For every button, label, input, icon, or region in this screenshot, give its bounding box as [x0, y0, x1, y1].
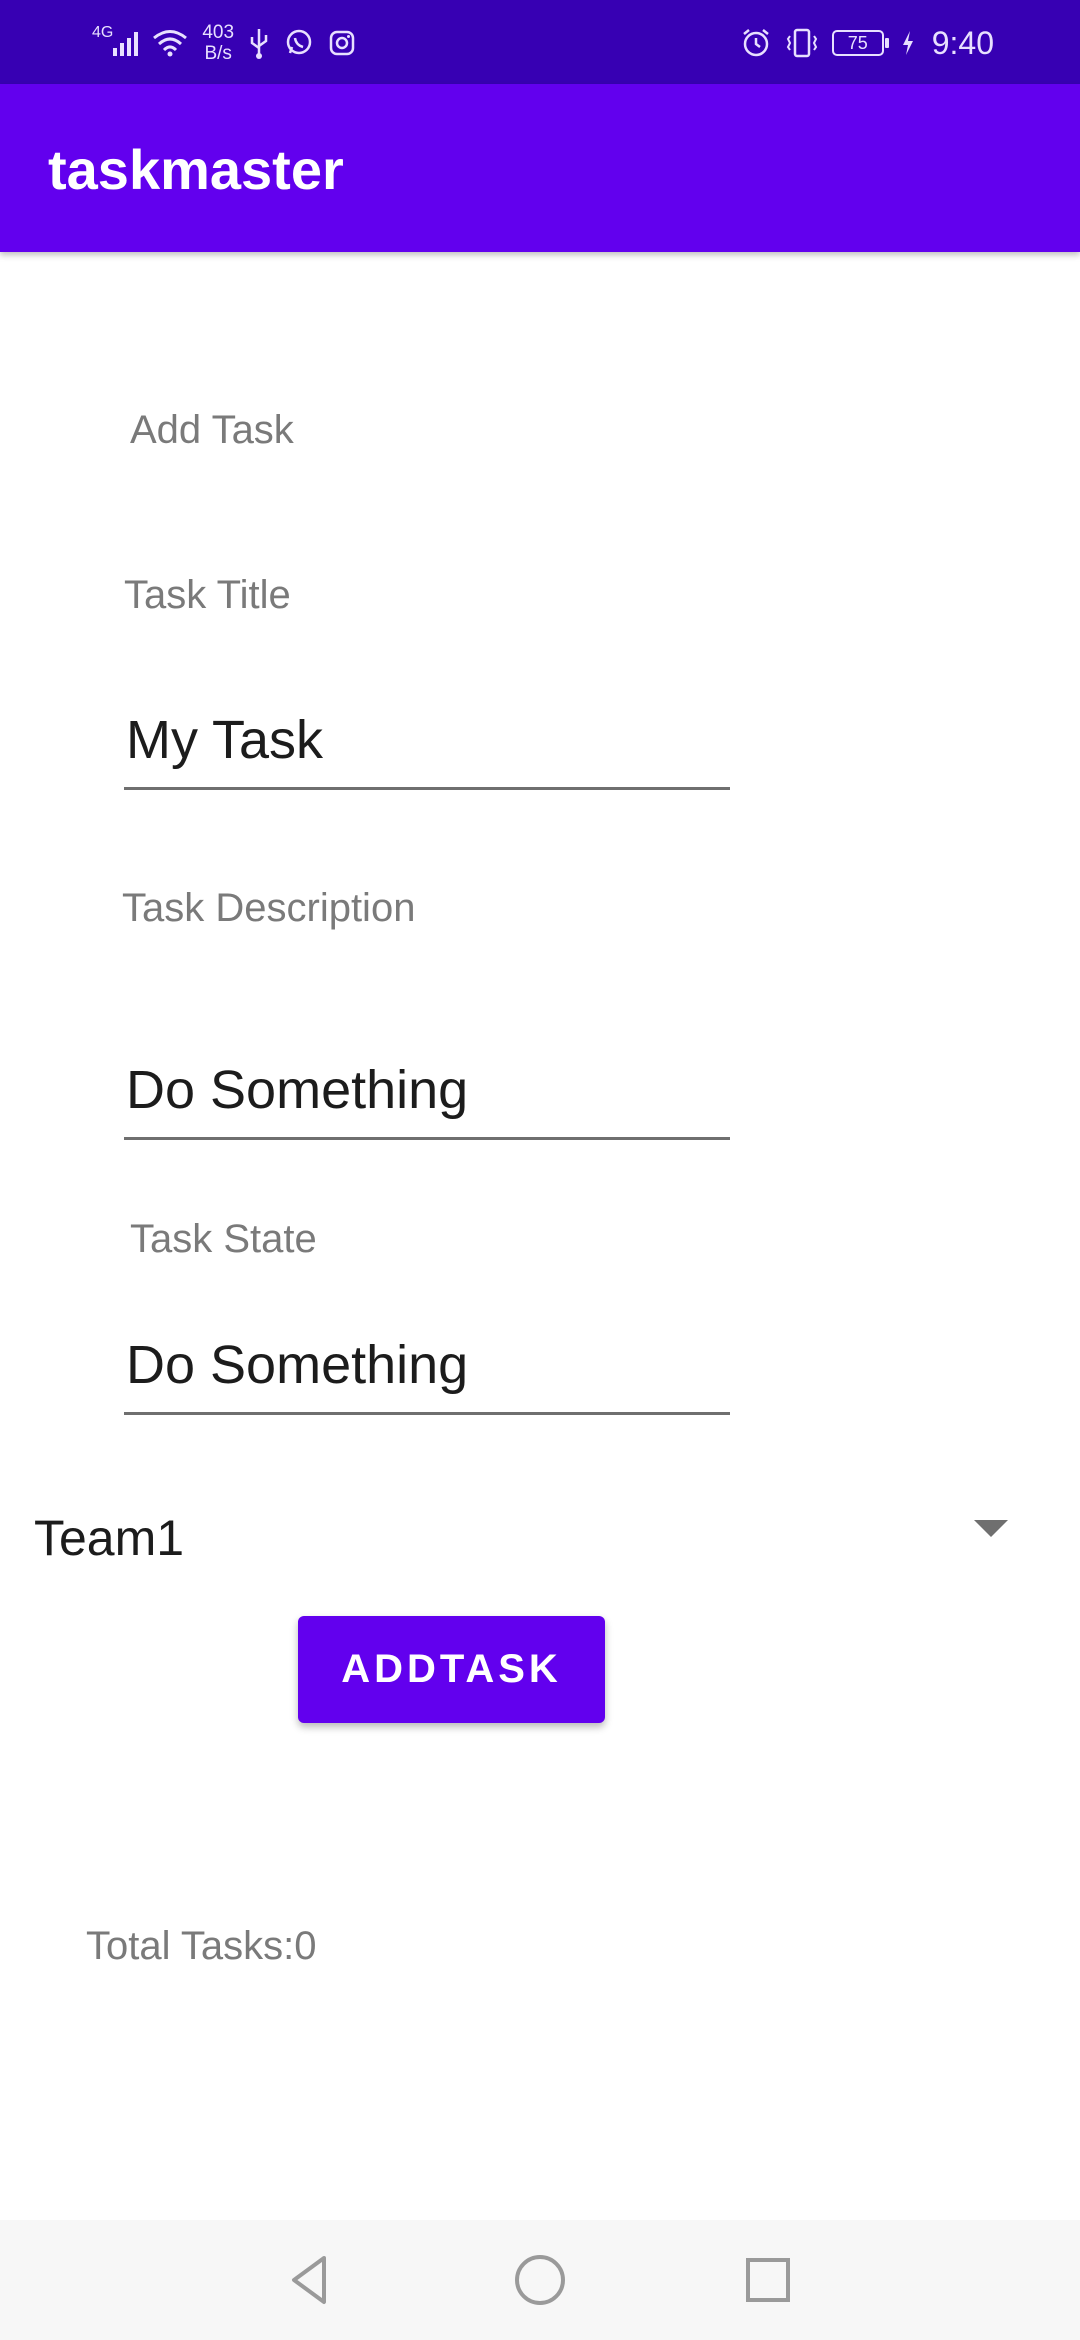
signal-icon: [113, 30, 139, 56]
add-task-button[interactable]: ADDTASK: [298, 1616, 605, 1723]
whatsapp-icon: [286, 29, 312, 55]
usb-icon: [250, 29, 268, 59]
wifi-icon: [153, 30, 188, 57]
vibrate-icon: [786, 28, 817, 58]
home-icon[interactable]: [510, 2250, 570, 2310]
instagram-icon: [329, 30, 355, 56]
task-state-label: Task State: [130, 1217, 317, 1261]
task-description-input[interactable]: [124, 1050, 730, 1140]
battery-icon: 75: [831, 30, 889, 56]
team-dropdown[interactable]: Team1: [0, 1480, 1040, 1592]
network-type: 4G: [92, 24, 114, 41]
app-title: taskmaster: [48, 138, 344, 201]
net-speed-value: 403: [202, 22, 235, 43]
net-speed: 403 B/s: [202, 22, 234, 64]
task-title-input[interactable]: [124, 700, 730, 790]
app-bar: taskmaster: [0, 84, 1080, 252]
status-right: 75 9:40: [740, 18, 994, 68]
add-task-heading: Add Task: [130, 408, 294, 452]
charging-icon: [902, 31, 913, 55]
task-description-label: Task Description: [122, 886, 416, 930]
recent-apps-icon[interactable]: [738, 2250, 798, 2310]
task-title-label: Task Title: [124, 573, 291, 617]
net-speed-unit: B/s: [204, 43, 232, 64]
total-tasks-text: Total Tasks:0: [86, 1924, 317, 1968]
team-dropdown-value: Team1: [34, 1510, 185, 1566]
status-bar: 4G 403 B/s 75 9:40: [0, 0, 1080, 84]
clock: 9:40: [931, 24, 994, 61]
navigation-bar: [0, 2220, 1080, 2340]
task-state-input[interactable]: [124, 1325, 730, 1415]
back-icon[interactable]: [280, 2250, 340, 2310]
status-left: 4G 403 B/s: [92, 18, 356, 68]
dropdown-arrow-icon: [974, 1520, 1008, 1537]
alarm-icon: [742, 29, 769, 57]
